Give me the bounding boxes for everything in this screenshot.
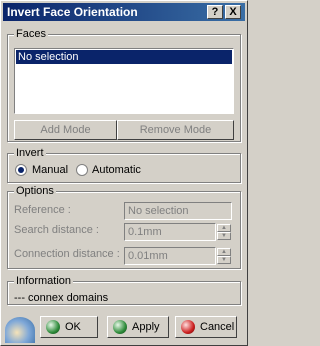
search-distance-stepper[interactable]: ▲ ▼ bbox=[217, 224, 231, 240]
search-distance-input[interactable]: 0.1mm bbox=[124, 223, 216, 241]
add-mode-button[interactable]: Add Mode bbox=[14, 120, 117, 140]
faces-listbox[interactable]: No selection bbox=[14, 48, 234, 114]
information-group: Information --- connex domains bbox=[7, 274, 241, 305]
connection-distance-stepper[interactable]: ▲ ▼ bbox=[217, 248, 231, 264]
faces-group: Faces No selection Add Mode Remove Mode bbox=[7, 27, 241, 142]
spin-down-icon[interactable]: ▼ bbox=[217, 256, 231, 264]
close-button[interactable]: X bbox=[225, 5, 241, 19]
cancel-label: Cancel bbox=[200, 321, 235, 333]
search-distance-label: Search distance : bbox=[14, 224, 99, 236]
automatic-label: Automatic bbox=[92, 164, 141, 176]
apply-icon bbox=[113, 320, 127, 334]
spin-up-icon[interactable]: ▲ bbox=[217, 248, 231, 256]
ok-label: OK bbox=[65, 321, 81, 333]
reference-field[interactable]: No selection bbox=[124, 202, 232, 220]
list-item[interactable]: No selection bbox=[16, 50, 232, 64]
options-group: Options Reference : No selection Search … bbox=[7, 184, 241, 269]
ok-button[interactable]: OK bbox=[40, 316, 98, 338]
spin-down-icon[interactable]: ▼ bbox=[217, 232, 231, 240]
remove-mode-button[interactable]: Remove Mode bbox=[117, 120, 234, 140]
app-logo-icon bbox=[5, 317, 35, 343]
automatic-radio[interactable] bbox=[76, 164, 88, 176]
reference-label: Reference : bbox=[14, 204, 71, 216]
title-bar[interactable]: Invert Face Orientation ? X bbox=[3, 3, 245, 21]
information-group-label: Information bbox=[14, 274, 74, 288]
connection-distance-label: Connection distance : bbox=[14, 248, 120, 260]
manual-label: Manual bbox=[32, 164, 69, 176]
cancel-button[interactable]: Cancel bbox=[175, 316, 237, 338]
invert-group-label: Invert bbox=[14, 146, 46, 160]
dialog-window: Invert Face Orientation ? X Faces No sel… bbox=[0, 0, 248, 346]
cancel-icon bbox=[181, 320, 195, 334]
invert-group: Invert Manual Automatic bbox=[7, 146, 241, 183]
apply-button[interactable]: Apply bbox=[107, 316, 169, 338]
information-text: --- connex domains bbox=[14, 292, 109, 304]
apply-label: Apply bbox=[132, 321, 160, 333]
options-group-label: Options bbox=[14, 184, 56, 198]
window-title: Invert Face Orientation bbox=[7, 5, 138, 19]
faces-group-label: Faces bbox=[14, 27, 48, 41]
help-button[interactable]: ? bbox=[207, 5, 223, 19]
spin-up-icon[interactable]: ▲ bbox=[217, 224, 231, 232]
ok-icon bbox=[46, 320, 60, 334]
connection-distance-input[interactable]: 0.01mm bbox=[124, 247, 216, 265]
manual-radio[interactable] bbox=[15, 164, 27, 176]
